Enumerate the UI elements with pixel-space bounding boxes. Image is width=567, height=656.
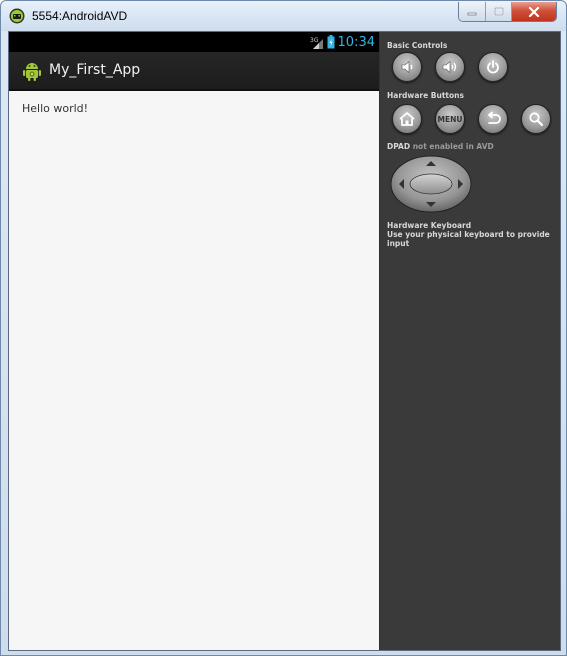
home-icon [399, 112, 415, 126]
title-bar[interactable]: 5554:AndroidAVD [1, 1, 566, 31]
emulator-window: 5554:AndroidAVD 3G 10:34 My_First_App He… [0, 0, 567, 656]
app-title: My_First_App [49, 62, 141, 78]
back-button[interactable] [478, 104, 508, 134]
status-icons: 3G 10:34 [310, 34, 375, 50]
menu-label: MENU [437, 114, 463, 124]
menu-button[interactable]: MENU [435, 104, 465, 134]
keyboard-title: Hardware Keyboard [387, 221, 472, 230]
keyboard-note: Use your physical keyboard to provide in… [387, 230, 550, 248]
maximize-button[interactable] [485, 2, 511, 21]
search-icon [529, 112, 544, 127]
status-bar: 3G 10:34 [9, 32, 379, 52]
signal-icon: 3G [310, 37, 323, 49]
battery-icon [327, 35, 335, 49]
avd-icon [9, 8, 25, 24]
volume-up-button[interactable] [435, 52, 465, 82]
volume-down-icon [401, 60, 413, 74]
network-type: 3G [310, 37, 319, 44]
volume-up-icon [442, 60, 457, 74]
home-button[interactable] [392, 104, 422, 134]
minimize-button[interactable] [459, 2, 485, 21]
close-button[interactable] [511, 2, 556, 21]
dpad-note: not enabled in AVD [412, 142, 494, 151]
maximize-icon [493, 7, 504, 16]
status-clock: 10:34 [337, 34, 375, 50]
volume-down-button[interactable] [392, 52, 422, 82]
android-icon[interactable] [22, 60, 42, 82]
basic-controls-label: Basic Controls [387, 41, 448, 50]
minimize-icon [467, 12, 477, 15]
device-screen[interactable]: 3G 10:34 My_First_App Hello world! [9, 32, 379, 650]
search-button[interactable] [521, 104, 551, 134]
dpad-label: DPAD not enabled in AVD [387, 142, 494, 151]
hardware-keyboard-info: Hardware Keyboard Use your physical keyb… [387, 221, 560, 248]
hardware-buttons-label: Hardware Buttons [387, 91, 464, 100]
power-icon [487, 60, 499, 74]
emulator-frame: 3G 10:34 My_First_App Hello world! Basic… [8, 31, 561, 651]
back-icon [488, 111, 501, 124]
window-title: 5554:AndroidAVD [32, 9, 128, 23]
power-button[interactable] [478, 52, 508, 82]
dpad-control[interactable] [389, 154, 473, 214]
dpad-title: DPAD [387, 142, 411, 151]
window-controls [458, 2, 557, 22]
control-panel: Basic Controls Hardware Buttons MENU DPA… [380, 32, 560, 650]
close-icon [528, 6, 540, 17]
action-bar: My_First_App [9, 52, 379, 91]
hello-text: Hello world! [22, 102, 89, 115]
